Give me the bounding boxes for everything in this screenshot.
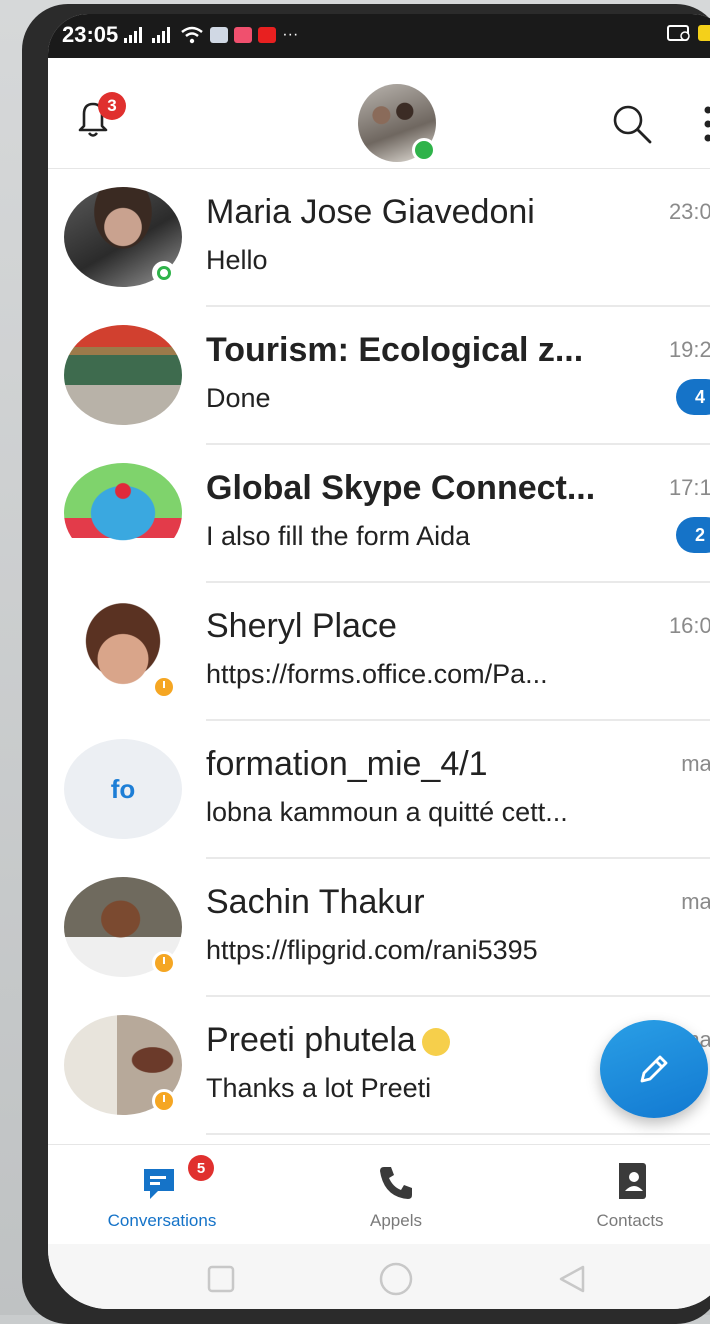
more-notifications: ··· — [282, 26, 298, 44]
message-time: 16:03 — [669, 613, 710, 639]
signal-icon-2 — [152, 27, 174, 43]
message-preview: https://flipgrid.com/rani5395 — [206, 935, 538, 966]
search-icon[interactable] — [610, 102, 654, 146]
phone-icon — [376, 1163, 416, 1203]
tab-unread-badge: 5 — [188, 1155, 214, 1181]
tab-conversations[interactable]: 5 Conversations — [62, 1145, 262, 1245]
pencil-icon — [632, 1047, 676, 1091]
message-preview: Hello — [206, 245, 268, 276]
conversation-row[interactable]: Sachin Thakur mar. https://flipgrid.com/… — [48, 859, 710, 997]
status-left: 23:05 ··· — [62, 22, 298, 48]
tab-contacts[interactable]: Contacts — [530, 1145, 710, 1245]
phone-frame: 23:05 ··· — [22, 4, 710, 1324]
conversation-row[interactable]: fo formation_mie_4/1 mar. lobna kammoun … — [48, 721, 710, 859]
back-icon[interactable] — [556, 1263, 588, 1295]
contact-name: Sheryl Place — [206, 607, 397, 646]
message-time: mar. — [681, 889, 710, 915]
app-header: 3 — [48, 58, 710, 169]
status-right — [666, 24, 710, 42]
group-avatar — [64, 325, 182, 425]
system-navigation-bar — [48, 1244, 710, 1309]
unread-count-badge: 2 — [676, 517, 710, 553]
message-time: 23:05 — [669, 199, 710, 225]
conversation-row[interactable]: Global Skype Connect... 17:15 I also fil… — [48, 445, 710, 583]
unread-count-badge: 4 — [676, 379, 710, 415]
smiley-emoji-icon — [422, 1028, 450, 1056]
online-status-dot — [152, 261, 176, 285]
home-icon[interactable] — [378, 1261, 414, 1297]
contact-name: Preeti phutela — [206, 1021, 450, 1060]
recent-apps-icon[interactable] — [206, 1264, 236, 1294]
message-time: 17:15 — [669, 475, 710, 501]
contact-name-text: Preeti phutela — [206, 1021, 416, 1059]
message-time: mar. — [681, 751, 710, 777]
status-bar: 23:05 ··· — [48, 14, 710, 58]
away-status-dot — [152, 675, 176, 699]
initials-avatar: fo — [64, 739, 182, 839]
youtube-icon — [258, 27, 276, 43]
away-status-dot — [152, 951, 176, 975]
group-avatar — [64, 463, 182, 563]
profile-presence-dot — [412, 138, 436, 162]
battery-icon — [698, 25, 710, 41]
message-time: 19:23 — [669, 337, 710, 363]
sim-icon — [666, 24, 692, 42]
notification-app-icon-2 — [234, 27, 252, 43]
tab-label: Conversations — [62, 1211, 262, 1231]
notification-app-icon — [210, 27, 228, 43]
contact-name: Maria Jose Giavedoni — [206, 193, 535, 232]
signal-icon — [124, 27, 146, 43]
message-preview: Thanks a lot Preeti — [206, 1073, 431, 1104]
tab-label: Appels — [296, 1211, 496, 1231]
tab-label: Contacts — [530, 1211, 710, 1231]
message-preview: Done — [206, 383, 271, 414]
status-time: 23:05 — [62, 22, 118, 48]
conversation-name: formation_mie_4/1 — [206, 745, 488, 784]
message-preview: I also fill the form Aida — [206, 521, 470, 552]
away-status-dot — [152, 1089, 176, 1113]
conversation-row[interactable]: Sheryl Place 16:03 https://forms.office.… — [48, 583, 710, 721]
chat-bubble-icon — [140, 1163, 184, 1207]
message-preview: https://forms.office.com/Pa... — [206, 659, 548, 690]
row-divider — [206, 1133, 710, 1135]
conversation-name: Global Skype Connect... — [206, 469, 595, 508]
conversation-row[interactable]: Maria Jose Giavedoni 23:05 Hello — [48, 169, 710, 307]
new-conversation-button[interactable] — [600, 1020, 708, 1118]
conversation-name: Tourism: Ecological z... — [206, 331, 583, 370]
background: 23:05 ··· — [0, 0, 710, 1315]
conversation-row[interactable]: Tourism: Ecological z... 19:23 Done 4 — [48, 307, 710, 445]
wifi-icon — [180, 26, 204, 44]
bottom-tab-bar: 5 Conversations Appels Co — [48, 1144, 710, 1245]
notification-count-badge: 3 — [98, 92, 126, 120]
message-preview: lobna kammoun a quitté cett... — [206, 797, 568, 828]
contact-name: Sachin Thakur — [206, 883, 425, 922]
tab-calls[interactable]: Appels — [296, 1145, 496, 1245]
contacts-book-icon — [610, 1161, 650, 1201]
more-options-icon[interactable] — [698, 102, 710, 146]
app-screen: 23:05 ··· — [48, 14, 710, 1309]
